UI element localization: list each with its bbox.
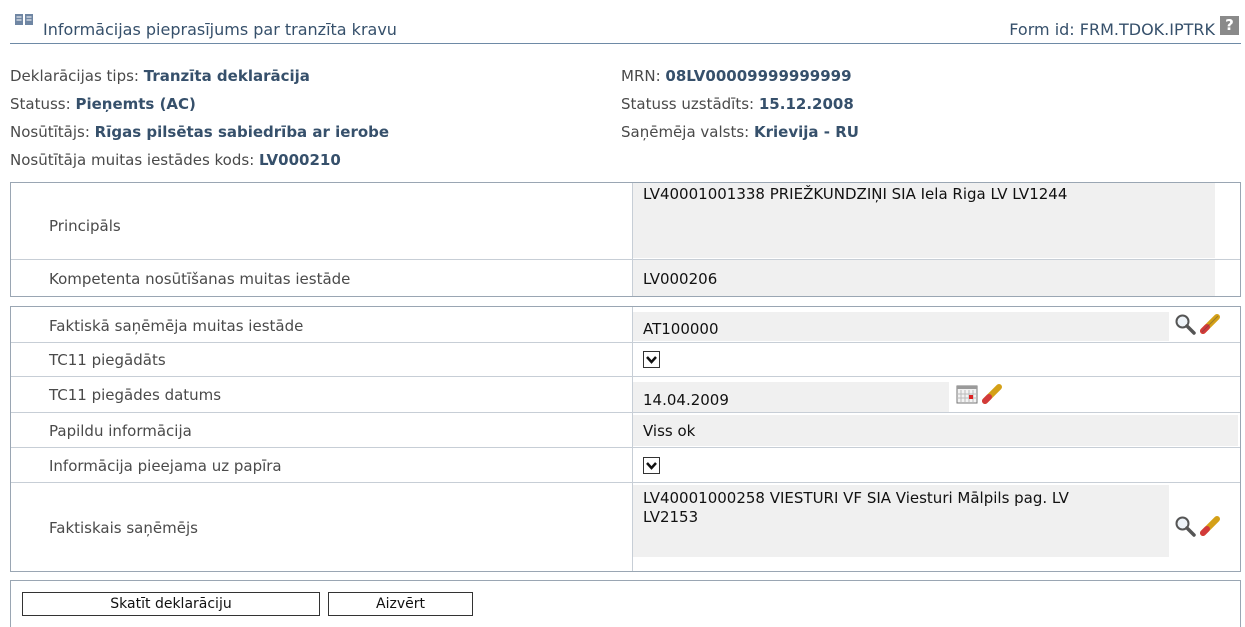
principal-row: Principāls LV40001001338 PRIEŽKUNDZIŅI S… (11, 183, 1240, 259)
paper-info-label: Informācija pieejama uz papīra (49, 457, 282, 475)
actual-receiver-field[interactable]: LV40001000258 VIESTURI VF SIA Viesturi M… (633, 485, 1169, 557)
declaration-type: Deklarācijas tips: Tranzīta deklarācija (10, 67, 310, 85)
actual-office-field[interactable]: AT100000 (633, 312, 1169, 341)
actual-receiver-line2: LV2153 (643, 508, 699, 526)
sender-office-code: Nosūtītāja muitas iestādes kods: LV00021… (10, 151, 341, 169)
page-title: Informācijas pieprasījums par tranzīta k… (43, 20, 397, 39)
form-id-label: Form id: FRM.TDOK.IPTRK (1009, 20, 1215, 39)
eraser-icon[interactable] (981, 383, 1003, 405)
actual-office-row: Faktiskā saņēmēja muitas iestāde AT10000… (11, 307, 1240, 342)
actual-receiver-line1: LV40001000258 VIESTURI VF SIA Viesturi M… (643, 489, 1069, 507)
receiver-country: Saņēmēja valsts: Krievija - RU (621, 123, 859, 141)
magnifier-icon[interactable] (1174, 515, 1196, 537)
office-label: Kompetenta nosūtīšanas muitas iestāde (49, 270, 351, 288)
tc11-date-label: TC11 piegādes datums (49, 386, 222, 404)
actual-office-label: Faktiskā saņēmēja muitas iestāde (49, 317, 304, 335)
tc11-delivered-checkbox[interactable] (643, 351, 660, 368)
column-divider (632, 343, 633, 376)
status-set-date: Statuss uzstādīts: 15.12.2008 (621, 95, 854, 113)
calendar-icon[interactable] (956, 383, 978, 405)
principal-label: Principāls (49, 217, 121, 235)
title-bar: Informācijas pieprasījums par tranzīta k… (10, 8, 1241, 44)
office-value: LV000206 (633, 260, 1215, 296)
help-icon[interactable]: ? (1220, 16, 1239, 35)
tc11-delivered-label: TC11 piegādāts (49, 351, 166, 369)
checkbox-chevron-icon (646, 462, 657, 470)
principal-value: LV40001001338 PRIEŽKUNDZIŅI SIA Iela Rig… (633, 183, 1215, 258)
tc11-delivered-row: TC11 piegādāts (11, 342, 1240, 376)
eraser-icon[interactable] (1199, 313, 1221, 335)
magnifier-icon[interactable] (1174, 313, 1196, 335)
tc11-date-row: TC11 piegādes datums 14.04.2009 (11, 376, 1240, 412)
mrn: MRN: 08LV00009999999999 (621, 67, 852, 85)
sender: Nosūtītājs: Rīgas pilsētas sabiedrība ar… (10, 123, 390, 141)
extra-info-label: Papildu informācija (49, 422, 192, 440)
close-button[interactable]: Aizvērt (328, 592, 473, 616)
actual-receiver-label: Faktiskais saņēmējs (49, 519, 198, 537)
view-declaration-button[interactable]: Skatīt deklarāciju (22, 592, 320, 616)
eraser-icon[interactable] (1199, 515, 1221, 537)
paper-info-row: Informācija pieejama uz papīra (11, 447, 1240, 482)
button-bar: Skatīt deklarāciju Aizvērt (10, 580, 1241, 627)
column-divider (632, 448, 633, 482)
receiver-panel: Faktiskā saņēmēja muitas iestāde AT10000… (10, 306, 1241, 572)
extra-info-field[interactable]: Viss ok (633, 415, 1238, 446)
office-row: Kompetenta nosūtīšanas muitas iestāde LV… (11, 259, 1240, 296)
status: Statuss: Pieņemts (AC) (10, 95, 196, 113)
extra-info-row: Papildu informācija Viss ok (11, 412, 1240, 447)
principal-panel: Principāls LV40001001338 PRIEŽKUNDZIŅI S… (10, 182, 1241, 297)
actual-receiver-row: Faktiskais saņēmējs LV40001000258 VIESTU… (11, 482, 1240, 571)
checkbox-chevron-icon (646, 356, 657, 364)
tc11-date-field[interactable]: 14.04.2009 (633, 382, 949, 412)
paper-info-checkbox[interactable] (643, 457, 660, 474)
book-icon (15, 14, 33, 25)
